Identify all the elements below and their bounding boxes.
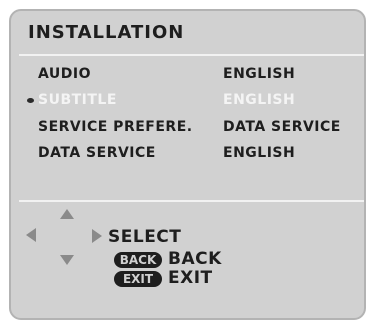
legend-back-label: BACK [168,249,222,269]
menu-item-subtitle[interactable]: SUBTITLE ENGLISH [0,92,376,112]
menu-item-value: ENGLISH [223,145,296,161]
legend-divider [19,200,364,202]
arrow-right-icon [92,229,102,243]
arrow-up-icon [60,209,74,219]
selection-bullet-icon [27,98,34,103]
legend-select-label: SELECT [108,227,182,247]
exit-key-icon: EXIT [114,271,162,287]
title-divider [19,54,364,56]
menu-title: INSTALLATION [28,22,185,43]
menu-item-data-service[interactable]: DATA SERVICE ENGLISH [0,145,376,165]
arrow-down-icon [60,255,74,265]
menu-item-label: SERVICE PREFERE. [38,119,193,135]
menu-item-label: AUDIO [38,66,92,82]
menu-item-value: DATA SERVICE [223,119,341,135]
menu-item-audio[interactable]: AUDIO ENGLISH [0,66,376,86]
back-key-icon: BACK [114,252,162,268]
menu-item-label: SUBTITLE [38,92,117,108]
menu-item-value: ENGLISH [223,66,296,82]
menu-item-service-preference[interactable]: SERVICE PREFERE. DATA SERVICE [0,119,376,139]
legend-exit-label: EXIT [168,268,213,288]
menu-item-value: ENGLISH [223,92,296,108]
menu-item-label: DATA SERVICE [38,145,156,161]
arrow-left-icon [26,228,36,242]
